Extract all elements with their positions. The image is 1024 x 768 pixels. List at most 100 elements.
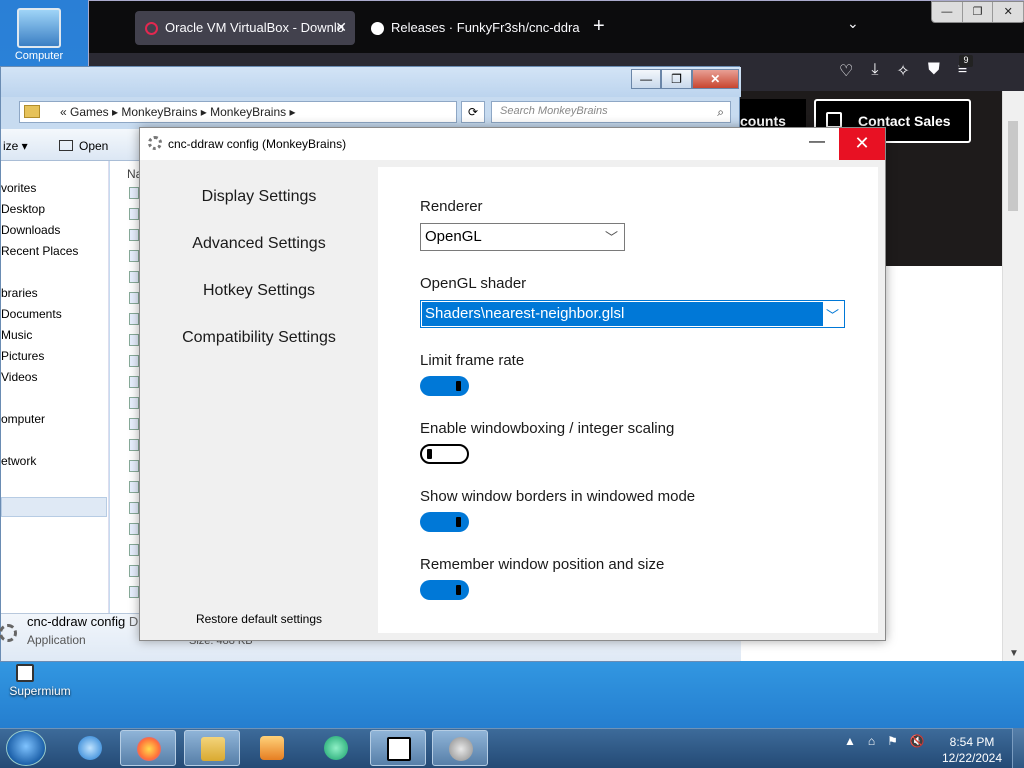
file-icon[interactable]: [129, 439, 139, 451]
details-name-suffix: D: [128, 614, 139, 629]
close-button[interactable]: ✕: [839, 128, 885, 160]
minimize-button[interactable]: —: [802, 130, 832, 158]
shader-select[interactable]: Shaders\nearest-neighbor.glsl ﹀: [420, 300, 845, 328]
file-icon[interactable]: [129, 292, 139, 304]
nav-item-network[interactable]: etwork: [1, 454, 36, 468]
file-icon[interactable]: [129, 460, 139, 472]
sidebar-item-display-settings[interactable]: Display Settings: [140, 188, 378, 206]
address-bar[interactable]: « Games ▸ MonkeyBrains ▸ MonkeyBrains ▸: [19, 101, 457, 123]
file-icon[interactable]: [129, 313, 139, 325]
download-icon[interactable]: ⤓: [871, 61, 878, 81]
taskbar-explorer[interactable]: [184, 730, 240, 766]
tab-close-icon[interactable]: ✕: [335, 19, 347, 36]
firefox-icon: [137, 737, 161, 761]
new-tab-button[interactable]: +: [593, 15, 605, 38]
nav-item-desktop[interactable]: Desktop: [1, 202, 45, 216]
search-input[interactable]: Search MonkeyBrains ⌕: [491, 101, 731, 123]
browser-tab-releases[interactable]: Releases · FunkyFr3sh/cnc-ddra: [361, 11, 591, 45]
flag-icon[interactable]: ⚑: [887, 734, 898, 748]
nav-item-recent-places[interactable]: Recent Places: [1, 244, 78, 258]
nav-item-favorites[interactable]: vorites: [1, 181, 36, 195]
list-tabs-button[interactable]: ⌄: [847, 15, 859, 32]
extension-badge: 9: [959, 55, 973, 67]
dialog-title: cnc-ddraw config (MonkeyBrains): [168, 137, 347, 151]
file-icon[interactable]: [129, 418, 139, 430]
browser-scrollbar[interactable]: ▼: [1002, 91, 1024, 661]
scroll-down-icon[interactable]: ▼: [1009, 648, 1019, 659]
file-icon[interactable]: [129, 271, 139, 283]
nav-item-libraries[interactable]: braries: [1, 286, 38, 300]
start-button[interactable]: [6, 730, 46, 766]
sidebar-item-compatibility-settings[interactable]: Compatibility Settings: [140, 329, 378, 347]
file-icon[interactable]: [129, 250, 139, 262]
close-button[interactable]: ✕: [993, 2, 1024, 22]
file-icon[interactable]: [129, 208, 139, 220]
scrollbar-thumb[interactable]: [1008, 121, 1018, 211]
taskbar-firefox[interactable]: [120, 730, 176, 766]
taskbar-media-player[interactable]: [244, 730, 300, 766]
taskbar-cnc-ddraw[interactable]: [432, 730, 488, 766]
desktop-icon-computer[interactable]: Computer: [4, 4, 74, 68]
internet-explorer-icon: [78, 736, 102, 760]
taskbar-ie[interactable]: [62, 730, 118, 766]
ublock-icon[interactable]: ⛊: [928, 61, 940, 81]
7zip-icon: [387, 737, 411, 761]
taskbar-7zip[interactable]: [370, 730, 426, 766]
nav-item-computer[interactable]: omputer: [1, 412, 45, 426]
file-icon[interactable]: [129, 376, 139, 388]
nav-item-documents[interactable]: Documents: [1, 307, 62, 321]
renderer-select[interactable]: OpenGL ﹀: [420, 223, 625, 251]
sidebar-item-hotkey-settings[interactable]: Hotkey Settings: [140, 282, 378, 300]
clock[interactable]: 8:54 PM 12/22/2024: [940, 734, 1004, 766]
minimize-button[interactable]: —: [932, 2, 963, 22]
file-icon[interactable]: [129, 481, 139, 493]
restore-defaults-link[interactable]: Restore default settings: [140, 612, 378, 626]
settings-sidebar: Display Settings Advanced Settings Hotke…: [140, 160, 378, 640]
browser-tab-virtualbox[interactable]: Oracle VM VirtualBox - Downlo ✕: [135, 11, 355, 45]
window-borders-label: Show window borders in windowed mode: [420, 488, 696, 505]
toolbar-icons: ♡ ⤓ ✧ ⛊ ≡: [839, 61, 967, 81]
maximize-button[interactable]: ❐: [963, 2, 994, 22]
file-icon[interactable]: [129, 586, 139, 598]
file-icon[interactable]: [129, 397, 139, 409]
breadcrumb: « Games ▸ MonkeyBrains ▸ MonkeyBrains ▸: [60, 105, 296, 119]
sidebar-item-advanced-settings[interactable]: Advanced Settings: [140, 235, 378, 253]
extensions-icon[interactable]: ✧: [896, 61, 909, 81]
volume-muted-icon[interactable]: 🔇: [910, 734, 925, 748]
file-icon[interactable]: [129, 355, 139, 367]
remember-position-toggle[interactable]: [420, 580, 469, 600]
windowboxing-label: Enable windowboxing / integer scaling: [420, 420, 675, 437]
file-icon[interactable]: [129, 502, 139, 514]
window-borders-toggle[interactable]: [420, 512, 469, 532]
refresh-button[interactable]: ⟳: [461, 101, 485, 123]
windowboxing-toggle[interactable]: [420, 444, 469, 464]
file-icon[interactable]: [129, 334, 139, 346]
file-icon[interactable]: [129, 565, 139, 577]
desktop-icon-supermium[interactable]: Supermium: [2, 664, 78, 700]
details-file-name: cnc-ddraw config D: [27, 614, 138, 629]
organize-button[interactable]: ize ▾: [3, 139, 28, 153]
refresh-icon: ⟳: [467, 105, 479, 119]
limit-frame-rate-toggle[interactable]: [420, 376, 469, 396]
taskbar-app[interactable]: [308, 730, 364, 766]
nav-item-downloads[interactable]: Downloads: [1, 223, 60, 237]
show-desktop-button[interactable]: [1012, 728, 1024, 768]
close-button[interactable]: ✕: [691, 69, 739, 89]
maximize-button[interactable]: ❐: [661, 69, 692, 89]
explorer-titlebar: [1, 67, 741, 97]
file-icon[interactable]: [129, 229, 139, 241]
tray-expand-icon[interactable]: ▲: [844, 734, 856, 748]
shader-value: Shaders\nearest-neighbor.glsl: [422, 302, 823, 326]
file-icon[interactable]: [129, 187, 139, 199]
config-dialog: cnc-ddraw config (MonkeyBrains) — ✕ Disp…: [139, 127, 886, 641]
minimize-button[interactable]: —: [631, 69, 662, 89]
nav-item-pictures[interactable]: Pictures: [1, 349, 44, 363]
folder-icon: [201, 737, 225, 761]
nav-item-videos[interactable]: Videos: [1, 370, 37, 384]
file-icon[interactable]: [129, 544, 139, 556]
pocket-icon[interactable]: ♡: [839, 61, 853, 81]
file-icon[interactable]: [129, 523, 139, 535]
network-icon[interactable]: ⌂: [868, 734, 875, 748]
open-button[interactable]: Open: [59, 139, 108, 153]
nav-item-music[interactable]: Music: [1, 328, 32, 342]
